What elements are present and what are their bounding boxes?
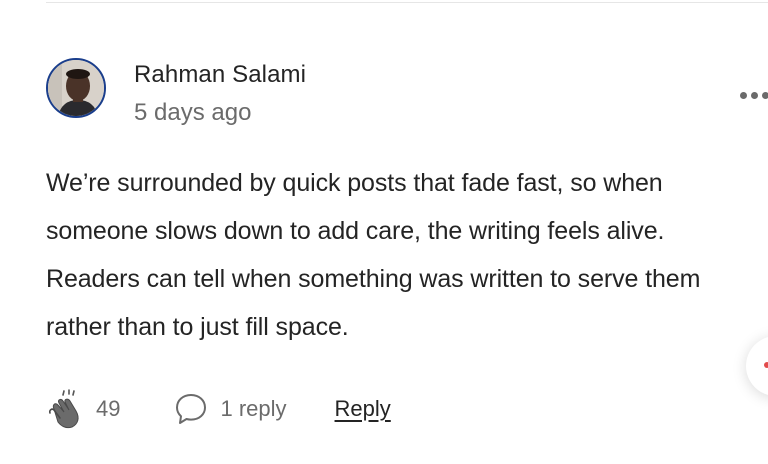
reply-button[interactable]: Reply — [335, 396, 391, 422]
avatar[interactable] — [46, 58, 106, 118]
comment-body: We’re surrounded by quick posts that fad… — [46, 169, 701, 341]
speech-bubble-icon — [176, 394, 207, 424]
comment-timestamp[interactable]: 5 days ago — [134, 98, 306, 128]
more-options-button[interactable] — [740, 86, 768, 104]
clap-button[interactable]: 49 — [46, 389, 120, 429]
floating-icon — [764, 362, 768, 368]
author-name[interactable]: Rahman Salami — [134, 60, 306, 90]
ellipsis-icon — [751, 91, 758, 99]
divider — [46, 2, 768, 3]
ellipsis-icon — [762, 91, 768, 99]
view-replies-button[interactable]: 1 reply — [174, 392, 287, 426]
comment-header: Rahman Salami 5 days ago — [46, 58, 768, 138]
clap-count: 49 — [96, 396, 121, 421]
reply-count: 1 reply — [220, 396, 287, 421]
ellipsis-icon — [740, 91, 747, 99]
clap-icon — [49, 389, 79, 429]
comment-card: Rahman Salami 5 days ago We’re surrounde… — [46, 58, 768, 351]
avatar-image — [48, 60, 104, 116]
author-block: Rahman Salami 5 days ago — [134, 60, 306, 128]
comment-actions: 49 1 reply Reply — [46, 386, 391, 432]
comment-page: Rahman Salami 5 days ago We’re surrounde… — [0, 0, 768, 464]
